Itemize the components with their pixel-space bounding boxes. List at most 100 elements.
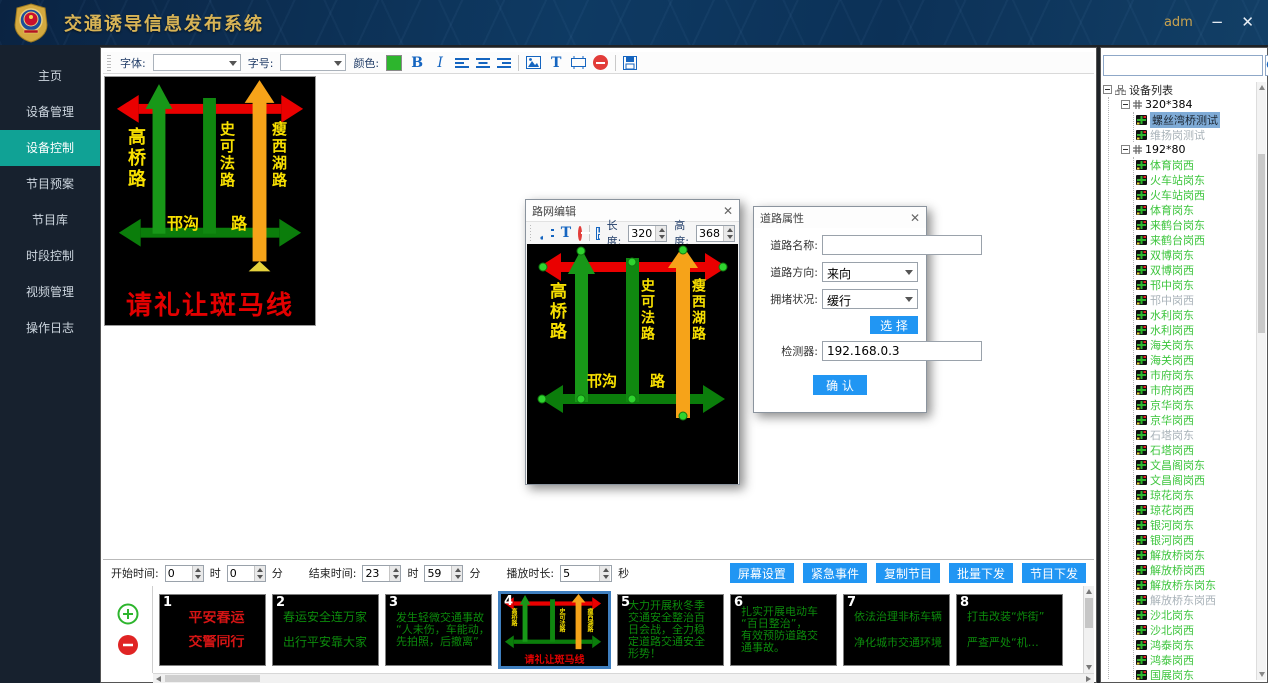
close-icon[interactable]: ✕ bbox=[1241, 15, 1254, 30]
align-left-icon[interactable] bbox=[455, 57, 469, 69]
device-item[interactable]: 石塔岗东 bbox=[1136, 427, 1255, 442]
device-search-input[interactable] bbox=[1103, 55, 1263, 76]
road-cross-icon[interactable] bbox=[550, 226, 553, 240]
congestion-select[interactable]: 缓行 bbox=[822, 289, 918, 309]
scrollbar-thumb[interactable] bbox=[165, 675, 260, 682]
font-select[interactable] bbox=[153, 54, 241, 71]
color-swatch[interactable] bbox=[386, 55, 402, 71]
scroll-up-icon[interactable] bbox=[1259, 85, 1265, 90]
duration-input[interactable] bbox=[561, 566, 599, 581]
spin-up-icon[interactable] bbox=[390, 566, 400, 574]
end-hour-stepper[interactable] bbox=[362, 565, 401, 582]
device-item[interactable]: 石塔岗西 bbox=[1136, 442, 1255, 457]
remove-program-icon[interactable] bbox=[117, 634, 139, 656]
device-item[interactable]: 水利岗西 bbox=[1136, 322, 1255, 337]
playlist-horizontal-scrollbar[interactable] bbox=[153, 673, 1094, 683]
spin-down-icon[interactable] bbox=[193, 573, 203, 581]
save-icon[interactable] bbox=[623, 56, 637, 70]
insert-text-icon[interactable]: T bbox=[548, 55, 564, 71]
italic-icon[interactable]: I bbox=[432, 55, 448, 71]
stop-icon[interactable] bbox=[578, 226, 582, 241]
device-tree-scrollbar[interactable] bbox=[1256, 82, 1266, 680]
dialog-titlebar[interactable]: 道路属性 ✕ bbox=[754, 207, 926, 228]
playlist-item-5[interactable]: 5大力开展秋冬季交通安全整治百日会战，全力稳定道路交通安全形势！ bbox=[617, 594, 724, 666]
action-button-4[interactable]: 节目下发 bbox=[1022, 563, 1086, 583]
device-item[interactable]: 银河岗东 bbox=[1136, 517, 1255, 532]
spin-down-icon[interactable] bbox=[656, 233, 666, 241]
duration-stepper[interactable] bbox=[560, 565, 612, 582]
sidebar-item-2[interactable]: 设备控制 bbox=[0, 130, 100, 166]
start-hour-stepper[interactable] bbox=[165, 565, 204, 582]
playlist-item-4[interactable]: 4 高桥路 史可法路 瘦西湖路 请礼让斑马线 bbox=[498, 591, 611, 669]
device-item[interactable]: 来鹤台岗东 bbox=[1136, 217, 1255, 232]
add-program-icon[interactable] bbox=[117, 603, 139, 625]
device-item[interactable]: 解放桥东岗西 bbox=[1136, 592, 1255, 607]
close-icon[interactable]: ✕ bbox=[723, 204, 733, 218]
align-center-icon[interactable] bbox=[476, 57, 490, 69]
sidebar-item-3[interactable]: 节目预案 bbox=[0, 166, 100, 202]
playlist-item-1[interactable]: 1平安春运交警同行 bbox=[159, 594, 266, 666]
spin-up-icon[interactable] bbox=[452, 566, 462, 574]
spin-up-icon[interactable] bbox=[255, 566, 265, 574]
device-item[interactable]: 海关岗东 bbox=[1136, 337, 1255, 352]
device-item[interactable]: 双博岗西 bbox=[1136, 262, 1255, 277]
display-panel-icon[interactable] bbox=[571, 56, 586, 69]
detector-field[interactable] bbox=[822, 341, 982, 361]
sign-preview[interactable]: 高桥路 史可法路 瘦西湖路 邗沟 路 请礼让斑马线 bbox=[104, 76, 316, 326]
device-item[interactable]: 市府岗东 bbox=[1136, 367, 1255, 382]
confirm-button[interactable]: 确 认 bbox=[813, 375, 867, 395]
device-item[interactable]: 京华岗东 bbox=[1136, 397, 1255, 412]
height-input[interactable] bbox=[697, 226, 723, 241]
action-button-0[interactable]: 屏幕设置 bbox=[730, 563, 794, 583]
font-size-select[interactable] bbox=[280, 54, 346, 71]
scrollbar-thumb[interactable] bbox=[1258, 154, 1265, 333]
end-minute-stepper[interactable] bbox=[424, 565, 463, 582]
device-item[interactable]: 市府岗西 bbox=[1136, 382, 1255, 397]
device-item[interactable]: 解放桥岗西 bbox=[1136, 562, 1255, 577]
device-item[interactable]: 鸿泰岗东 bbox=[1136, 637, 1255, 652]
length-stepper[interactable] bbox=[628, 225, 667, 242]
playlist-item-6[interactable]: 6扎实开展电动车“百日整治”，有效预防道路交通事故。 bbox=[730, 594, 837, 666]
device-item[interactable]: 沙北岗西 bbox=[1136, 622, 1255, 637]
editor-canvas[interactable]: 高桥路 史可法路 瘦西湖路 邗沟 路 bbox=[527, 244, 738, 484]
road-name-field[interactable] bbox=[822, 235, 982, 255]
device-item[interactable]: 来鹤台岗西 bbox=[1136, 232, 1255, 247]
tree-group-0[interactable]: 320*384 bbox=[1121, 97, 1255, 112]
start-hour-input[interactable] bbox=[166, 566, 192, 581]
device-item[interactable]: 鸿泰岗西 bbox=[1136, 652, 1255, 667]
playlist-vertical-scrollbar[interactable] bbox=[1083, 586, 1094, 673]
device-item[interactable]: 海关岗西 bbox=[1136, 352, 1255, 367]
playlist-item-7[interactable]: 7依法治理非标车辆净化城市交通环境 bbox=[843, 594, 950, 666]
toolbar-grip[interactable] bbox=[530, 225, 531, 241]
device-item[interactable]: 水利岗东 bbox=[1136, 307, 1255, 322]
insert-image-icon[interactable] bbox=[526, 56, 541, 69]
device-item[interactable]: 国展岗东 bbox=[1136, 667, 1255, 680]
dialog-titlebar[interactable]: 路网编辑 ✕ bbox=[526, 200, 739, 221]
sidebar-item-5[interactable]: 时段控制 bbox=[0, 238, 100, 274]
collapse-icon[interactable] bbox=[1121, 145, 1130, 154]
sidebar-item-0[interactable]: 主页 bbox=[0, 58, 100, 94]
playlist-item-3[interactable]: 3发生轻微交通事故“人未伤，车能动，先拍照，后撤离” bbox=[385, 594, 492, 666]
spin-down-icon[interactable] bbox=[600, 573, 610, 581]
action-button-2[interactable]: 复制节目 bbox=[876, 563, 940, 583]
playlist-item-2[interactable]: 2春运安全连万家出行平安靠大家 bbox=[272, 594, 379, 666]
spin-up-icon[interactable] bbox=[600, 566, 610, 574]
action-button-3[interactable]: 批量下发 bbox=[949, 563, 1013, 583]
scroll-down-icon[interactable] bbox=[1259, 672, 1265, 677]
spin-down-icon[interactable] bbox=[390, 573, 400, 581]
road-direction-select[interactable]: 来向 bbox=[822, 262, 918, 282]
toolbar-grip[interactable] bbox=[107, 55, 111, 71]
length-input[interactable] bbox=[629, 226, 655, 241]
device-item[interactable]: 维扬岗测试 bbox=[1136, 127, 1255, 142]
spin-up-icon[interactable] bbox=[724, 226, 734, 234]
spin-down-icon[interactable] bbox=[724, 233, 734, 241]
sidebar-item-1[interactable]: 设备管理 bbox=[0, 94, 100, 130]
draw-line-icon[interactable] bbox=[540, 227, 543, 240]
spin-down-icon[interactable] bbox=[452, 573, 462, 581]
select-button[interactable]: 选 择 bbox=[870, 316, 918, 334]
device-item[interactable]: 邗中岗西 bbox=[1136, 292, 1255, 307]
end-hour-input[interactable] bbox=[363, 566, 389, 581]
tree-group-1[interactable]: 192*80 bbox=[1121, 142, 1255, 157]
device-item[interactable]: 解放桥岗东 bbox=[1136, 547, 1255, 562]
device-item[interactable]: 体育岗西 bbox=[1136, 157, 1255, 172]
